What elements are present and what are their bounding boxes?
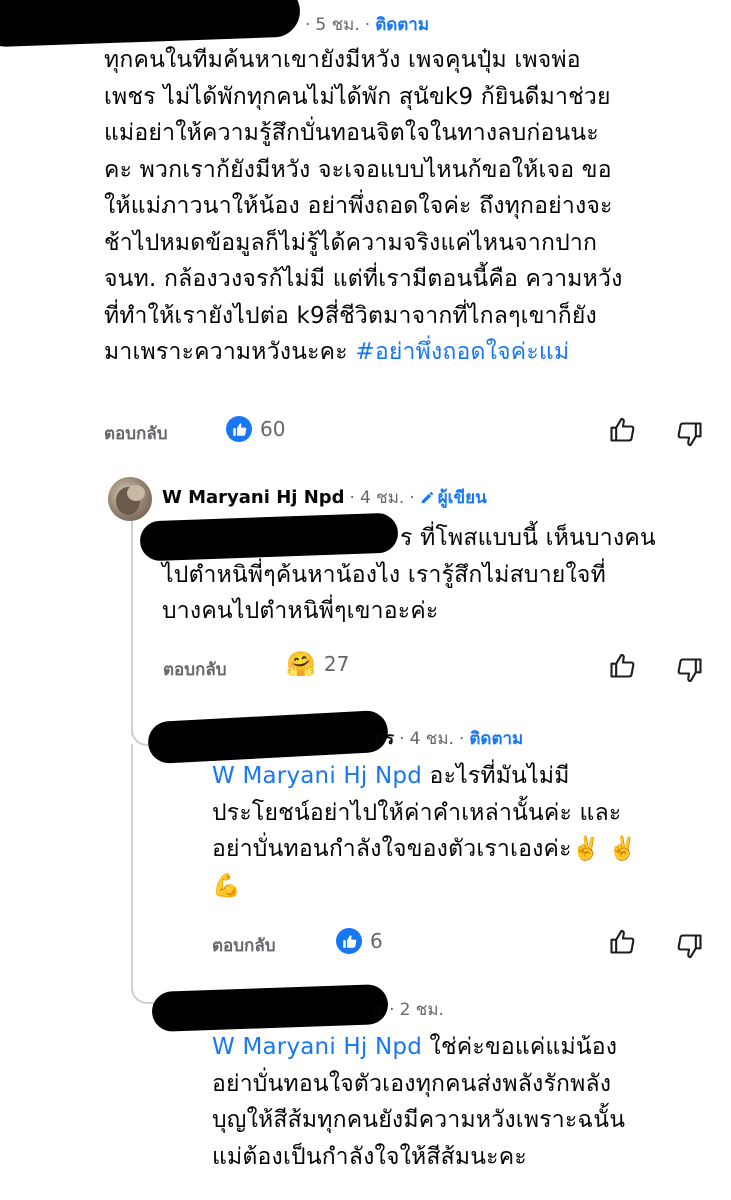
comment-line: ให้แม่ภาวนาให้น้อง อย่าพึ่งถอดใจค่ะ ถึงท… bbox=[104, 193, 613, 219]
comment-line: มาเพราะความหวังนะคะ #อย่าพึ่งถอดใจค่ะแม่ bbox=[104, 334, 724, 371]
comment-body: ทุกคนในทีมค้นหาเขายังมีหวัง เพจคุนปุ๋ม เ… bbox=[104, 42, 724, 371]
thread-line bbox=[131, 520, 133, 735]
reaction-count-value: 27 bbox=[323, 652, 350, 676]
comment-meta: ตร · 4 ชม. · ติดตาม bbox=[374, 729, 524, 749]
thumbs-down-icon[interactable] bbox=[676, 656, 704, 688]
thumbs-down-icon[interactable] bbox=[676, 420, 704, 452]
comment-line: ร ที่โพสแบบนี้ เห็นบางคน bbox=[400, 525, 656, 551]
like-count[interactable]: 6 bbox=[336, 928, 383, 954]
thumbs-up-icon bbox=[336, 928, 362, 954]
comment-meta: g · 2 ชม. bbox=[372, 1000, 444, 1020]
like-count-value: 6 bbox=[370, 929, 383, 953]
comment-line: ประโยชน์อย่าไปให้ค่าคำเหล่านั้นค่ะ และ bbox=[212, 799, 622, 826]
commenter-name-suffix[interactable]: g bbox=[372, 1000, 384, 1020]
thumbs-down-icon[interactable] bbox=[676, 932, 704, 964]
comment-line: ทุกคนในทีมค้นหาเขายังมีหวัง เพจคุนปุ๋ม เ… bbox=[104, 47, 581, 73]
comment-line: แม่ต้องเป็นกำลังใจให้สีส้มนะคะ bbox=[212, 1143, 527, 1170]
comment-line: อย่าบั่นทอนใจตัวเองทุกคนส่งพลังรักพลัง bbox=[212, 1070, 612, 1097]
comment-line: 💪 bbox=[212, 872, 241, 899]
comment-text: มาเพราะความหวังนะคะ bbox=[104, 339, 356, 365]
reply-button[interactable]: ตอบกลับ bbox=[163, 656, 227, 683]
mention-link[interactable]: W Maryani Hj Npd bbox=[212, 1034, 422, 1060]
comment-line: แม่อย่าให้ความรู้สึกบั่นทอนจิตใจในทางลบก… bbox=[104, 120, 599, 146]
author-badge: ผู้เขียน bbox=[420, 484, 487, 511]
like-count-value: 60 bbox=[260, 417, 286, 441]
comment-time[interactable]: 2 ชม. bbox=[400, 1000, 444, 1020]
commenter-name-suffix[interactable]: ตร bbox=[374, 729, 394, 749]
care-reaction-icon: 🤗 bbox=[286, 650, 316, 678]
comment-line: เพชร ไม่ได้พักทุกคนไม่ได้พัก สุนัขk9 ก้ย… bbox=[104, 83, 611, 110]
comment-body: W Maryani Hj Npd ใช่ค่ะขอแค่แม่น้อง อย่า… bbox=[212, 1029, 722, 1175]
reaction-count[interactable]: 🤗 27 bbox=[286, 650, 349, 678]
redacted-avatar-name bbox=[151, 983, 389, 1033]
comment-meta: · 5 ชม. · ติดตาม bbox=[305, 15, 430, 35]
thumbs-up-icon[interactable] bbox=[608, 416, 636, 448]
comment-line: ที่ทำให้เรายังไปต่อ k9สี่ชีวิตมาจากที่ไก… bbox=[104, 302, 597, 329]
comment-line: อย่าบั่นทอนกำลังใจของตัวเราเองค่ะ✌️ ✌️ bbox=[212, 836, 637, 862]
comment-body: W Maryani Hj Npd อะไรที่มันไม่มี ประโยชน… bbox=[212, 758, 722, 904]
comment-time[interactable]: 4 ชม. bbox=[410, 729, 454, 749]
comment-time[interactable]: 4 ชม. bbox=[360, 488, 404, 508]
comment-time[interactable]: 5 ชม. bbox=[315, 15, 359, 35]
hashtag-link[interactable]: #อย่าพึ่งถอดใจค่ะแม่ bbox=[355, 339, 569, 365]
pencil-icon bbox=[421, 491, 433, 504]
comment-line: คะ พวกเราก้ยังมีหวัง จะเจอแบบไหนก้ขอให้เ… bbox=[104, 156, 612, 183]
thumbs-up-icon[interactable] bbox=[608, 652, 636, 684]
reply-button[interactable]: ตอบกลับ bbox=[104, 420, 168, 447]
comment-line: จนท. กล้องวงจรก้ไม่มี แต่ที่เรามีตอนนี้ค… bbox=[104, 266, 623, 292]
comment-line: ช้าไปหมดข้อมูลก็ไม่รู้ได้ความจริงแค่ไหนจ… bbox=[104, 229, 598, 256]
thread-line bbox=[131, 744, 133, 974]
thumbs-up-icon[interactable] bbox=[608, 928, 636, 960]
comment-line: W Maryani Hj Npd อะไรที่มันไม่มี bbox=[212, 763, 570, 789]
avatar[interactable] bbox=[108, 477, 152, 521]
comment-line: ไปตำหนิพี่ๆค้นหาน้องไง เรารู้สึกไม่สบายใ… bbox=[162, 561, 606, 588]
like-count[interactable]: 60 bbox=[226, 416, 285, 442]
redacted-avatar-name bbox=[0, 0, 301, 48]
comment-line: บุญให้สีส้มทุกคนยังมีความหวังเพราะฉนั้น bbox=[212, 1107, 626, 1133]
comment-header: W Maryani Hj Npd · 4 ชม. · ผู้เขียน bbox=[162, 484, 487, 511]
follow-button[interactable]: ติดตาม bbox=[469, 729, 523, 749]
commenter-name[interactable]: W Maryani Hj Npd bbox=[162, 487, 345, 508]
follow-button[interactable]: ติดตาม bbox=[375, 15, 429, 35]
comment-body: ร ที่โพสแบบนี้ เห็นบางคน ไปตำหนิพี่ๆค้นห… bbox=[162, 520, 722, 630]
redacted-avatar-name bbox=[147, 709, 389, 765]
thumbs-up-icon bbox=[226, 416, 252, 442]
comment-line: W Maryani Hj Npd ใช่ค่ะขอแค่แม่น้อง bbox=[212, 1034, 618, 1060]
comment-line: บางคนไปตำหนิพี่ๆเขาอะค่ะ bbox=[162, 598, 439, 624]
mention-link[interactable]: W Maryani Hj Npd bbox=[212, 763, 422, 789]
reply-button[interactable]: ตอบกลับ bbox=[212, 932, 276, 959]
